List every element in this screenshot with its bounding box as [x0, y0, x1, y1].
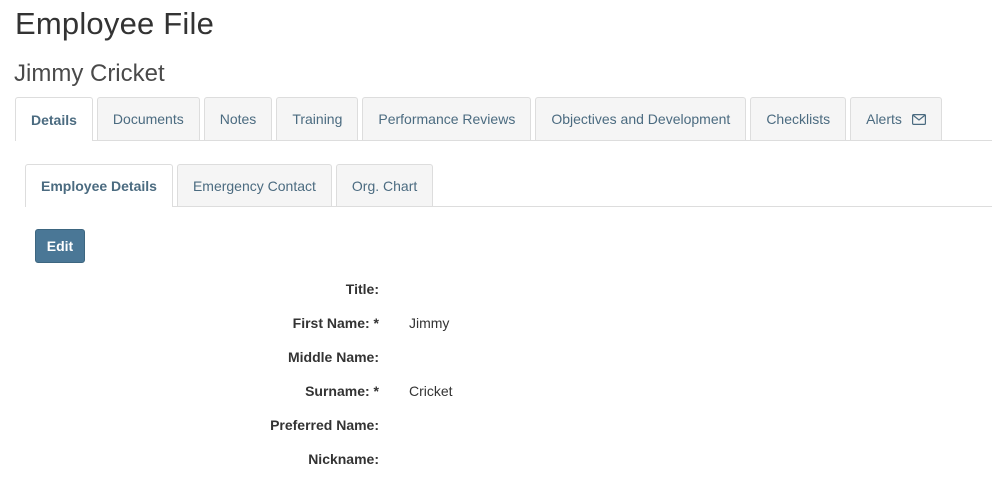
envelope-icon [911, 113, 926, 125]
field-row-preferred-name: Preferred Name: [0, 408, 992, 442]
tab-checklists[interactable]: Checklists [750, 97, 847, 140]
tab-label: Training [292, 111, 343, 127]
tab-label: Employee Details [41, 178, 157, 194]
tab-notes[interactable]: Notes [203, 97, 273, 140]
tab-label: Org. Chart [351, 177, 418, 194]
tab-performance-reviews[interactable]: Performance Reviews [362, 97, 532, 140]
tab-documents[interactable]: Documents [96, 97, 200, 140]
field-row-nickname: Nickname: [0, 442, 992, 476]
field-label-title: Title: [345, 281, 379, 297]
tab-label: Notes [219, 111, 257, 127]
employee-details-form: Title: First Name: * Jimmy Middle Name: … [0, 272, 992, 476]
employee-file-page: Employee File Jimmy Cricket Details Docu… [0, 0, 992, 481]
tab-label: Objectives and Development [551, 111, 731, 127]
field-row-title: Title: [0, 272, 992, 306]
edit-button[interactable]: Edit [35, 229, 85, 263]
field-value-surname: Cricket [409, 383, 453, 399]
field-row-first-name: First Name: * Jimmy [0, 306, 992, 340]
page-title: Employee File [15, 6, 215, 41]
tab-objectives-and-development[interactable]: Objectives and Development [535, 97, 747, 140]
field-label-middle-name: Middle Name: [287, 349, 379, 365]
tab-label: Details [31, 111, 77, 128]
field-label-nickname: Nickname: [308, 451, 379, 467]
tab-alerts[interactable]: Alerts [850, 97, 942, 140]
field-label-surname: Surname: * [305, 383, 379, 399]
sub-tab-bar: Employee Details Emergency Contact Org. … [25, 164, 992, 207]
tab-training[interactable]: Training [276, 97, 359, 140]
field-row-surname: Surname: * Cricket [0, 374, 992, 408]
field-value-first-name: Jimmy [409, 315, 450, 331]
tab-emergency-contact[interactable]: Emergency Contact [176, 164, 332, 206]
field-row-middle-name: Middle Name: [0, 340, 992, 374]
employee-name: Jimmy Cricket [14, 60, 165, 87]
tab-label: Performance Reviews [378, 111, 516, 127]
tab-label: Emergency Contact [192, 177, 316, 194]
tab-label: Checklists [766, 111, 831, 127]
field-label-preferred-name: Preferred Name: [270, 417, 379, 433]
tab-details[interactable]: Details [15, 97, 93, 141]
tab-org-chart[interactable]: Org. Chart [335, 164, 434, 206]
tab-employee-details[interactable]: Employee Details [25, 164, 173, 207]
main-tab-bar: Details Documents Notes Training Perform… [15, 97, 992, 141]
tab-label: Alerts [866, 111, 902, 127]
tab-label: Documents [112, 111, 184, 127]
field-label-first-name: First Name: * [292, 315, 379, 331]
